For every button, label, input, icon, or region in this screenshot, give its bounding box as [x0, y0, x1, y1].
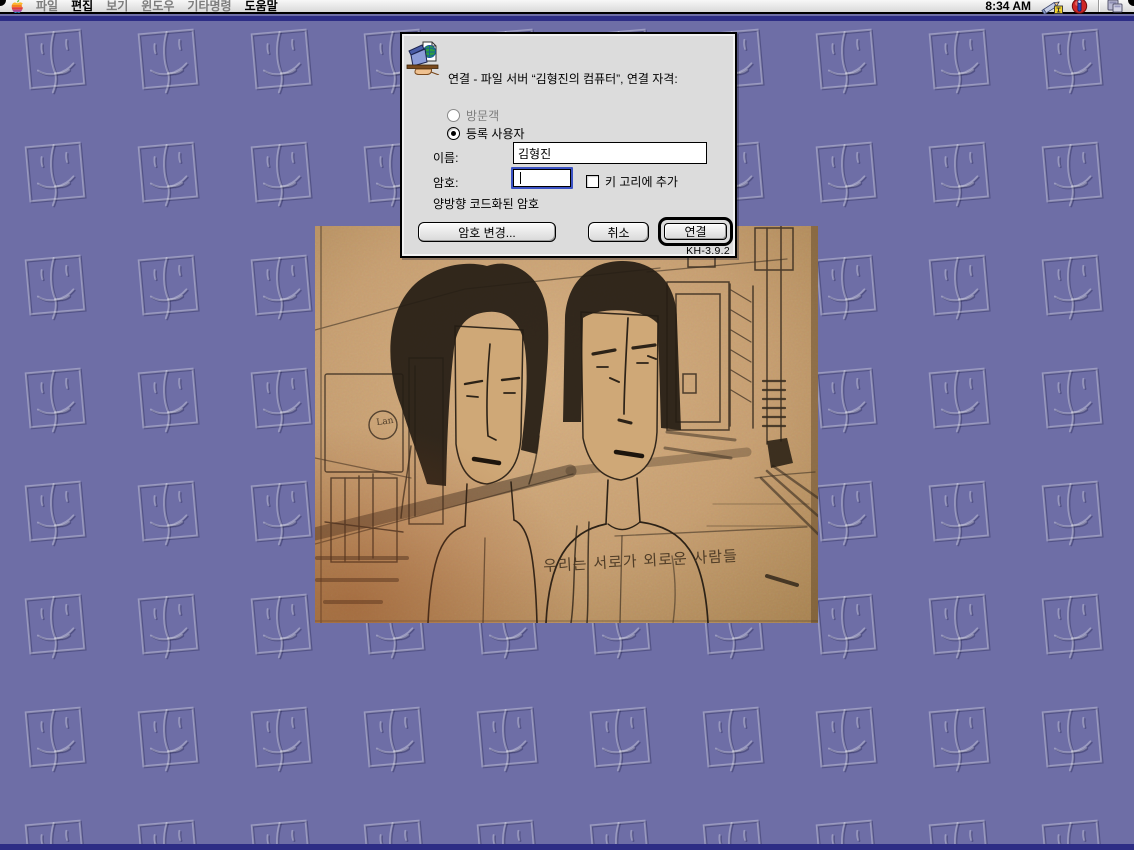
connect-button[interactable]: 연결: [664, 223, 727, 240]
cancel-button[interactable]: 취소: [588, 222, 649, 242]
default-button-ring: 연결: [658, 217, 733, 246]
keychain-menu[interactable]: [1071, 0, 1088, 14]
radio-registered-user[interactable]: 등록 사용자: [447, 125, 525, 142]
screen: { "menu_bar": { "apple_menu_icon": "appl…: [0, 0, 1134, 850]
application-menu[interactable]: [1106, 0, 1124, 14]
version-label: KH-3.9.2: [686, 245, 730, 257]
artwork-image: 우리는 서로가 외로운 사람들 Lan: [315, 226, 818, 623]
radio-guest: 방문객: [447, 107, 499, 124]
connect-dialog: 연결 - 파일 서버 “김형진의 컴퓨터”, 연결 자격: 방문객 등록 사용자…: [400, 32, 737, 258]
radio-guest-label: 방문객: [466, 107, 499, 124]
input-method-menu[interactable]: [1041, 0, 1063, 14]
desktop-top-band: [0, 16, 1134, 21]
menubar-divider: [1098, 0, 1100, 12]
password-note: 양방향 코드화된 암호: [433, 195, 539, 212]
password-input[interactable]: [513, 169, 571, 187]
apple-logo: [10, 0, 24, 14]
radio-registered-label: 등록 사용자: [466, 125, 525, 142]
radio-registered-circle[interactable]: [447, 127, 460, 140]
menu-view[interactable]: 보기: [106, 0, 128, 13]
text-caret: [520, 172, 521, 184]
menu-special[interactable]: 기타명령: [187, 0, 231, 13]
menu-help[interactable]: 도움말: [245, 0, 278, 13]
dialog-title: 연결 - 파일 서버 “김형진의 컴퓨터”, 연결 자격:: [448, 72, 728, 87]
menu-bar: 파일 편집 보기 윈도우 기타명령 도움말 8:34 AM: [0, 0, 1134, 14]
name-input[interactable]: 김형진: [513, 142, 707, 164]
desktop-bottom-band: [0, 844, 1134, 850]
menu-window[interactable]: 윈도우: [141, 0, 174, 13]
keychain-checkbox[interactable]: [586, 175, 599, 188]
application-menu-icon: [1106, 0, 1124, 14]
password-label: 암호:: [433, 174, 458, 191]
name-value: 김형진: [518, 145, 551, 162]
radio-guest-circle: [447, 109, 460, 122]
menubar-clock[interactable]: 8:34 AM: [985, 0, 1031, 13]
menu-edit[interactable]: 편집: [71, 0, 93, 13]
password-focus-ring: [511, 167, 573, 189]
change-password-button[interactable]: 암호 변경...: [418, 222, 556, 242]
input-pencil-icon: [1041, 0, 1063, 14]
file-server-icon: [406, 39, 442, 78]
menu-file[interactable]: 파일: [36, 0, 58, 13]
keychain-icon: [1071, 0, 1088, 14]
apple-menu[interactable]: [10, 0, 24, 14]
keychain-checkbox-row[interactable]: 키 고리에 추가: [586, 173, 678, 190]
name-label: 이름:: [433, 149, 458, 166]
keychain-checkbox-label: 키 고리에 추가: [605, 173, 678, 190]
